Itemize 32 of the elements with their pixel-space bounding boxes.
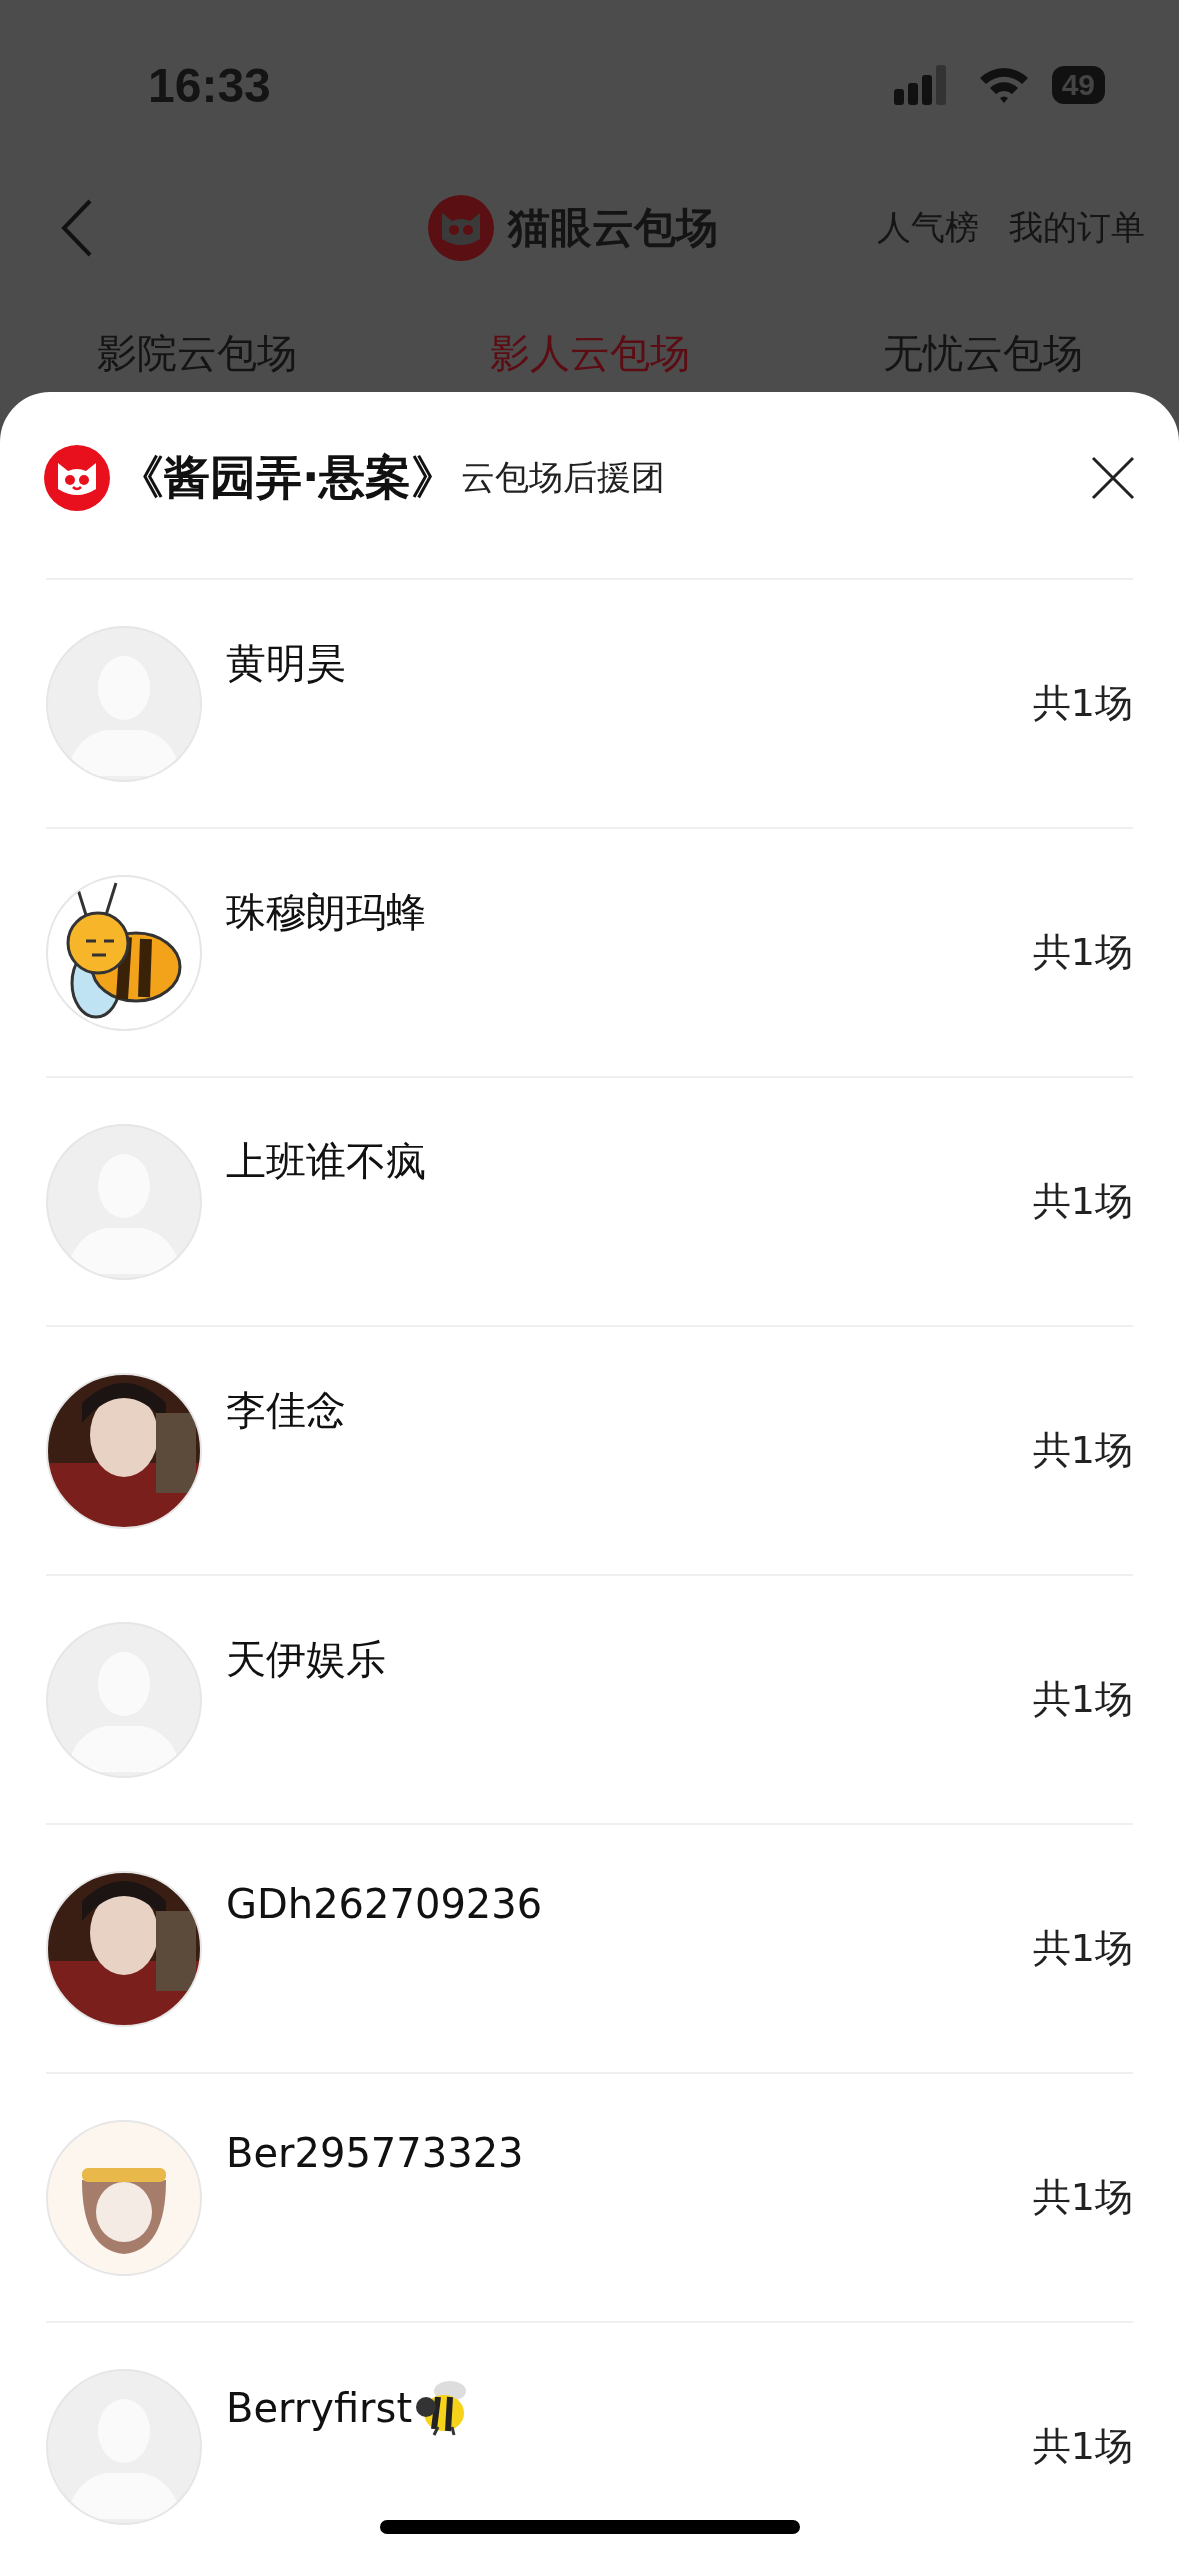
user-name: Berryfirst (226, 2385, 413, 2431)
sheet-title: 《酱园弄·悬案》 (118, 449, 458, 506)
cat-logo-icon (428, 195, 494, 261)
status-time: 16:33 (148, 57, 271, 113)
show-count: 共1场 (1032, 2423, 1133, 2470)
show-count: 共1场 (1032, 1676, 1133, 1723)
tab[interactable]: 无忧云包场 (882, 326, 1083, 381)
avatar-icon (46, 1123, 202, 1280)
user-name: 天伊娱乐 (226, 1635, 386, 1684)
user-name: 黄明昊 (226, 639, 346, 688)
tab[interactable]: 影院云包场 (96, 326, 297, 381)
user-name: GDh262709236 (226, 1881, 543, 1927)
show-count: 共1场 (1032, 929, 1133, 976)
show-count: 共1场 (1032, 680, 1133, 727)
avatar-icon (46, 1621, 202, 1778)
tab[interactable]: 影人云包场 (489, 326, 690, 381)
user-name: 珠穆朗玛蜂 (226, 888, 426, 937)
show-count: 共1场 (1032, 2174, 1133, 2221)
avatar-icon (46, 874, 202, 1031)
avatar-icon (46, 2368, 202, 2525)
avatar-icon (46, 2119, 202, 2276)
user-name: 李佳念 (226, 1386, 346, 1435)
show-count: 共1场 (1032, 1178, 1133, 1225)
close-icon[interactable] (1091, 456, 1135, 500)
sheet-subtitle: 云包场后援团 (461, 456, 666, 499)
user-name: 上班谁不疯 (226, 1137, 426, 1186)
avatar-icon (46, 625, 202, 782)
cat-logo-icon (44, 445, 110, 511)
show-count: 共1场 (1032, 1427, 1133, 1474)
show-count: 共1场 (1032, 1925, 1133, 1972)
user-name: Ber295773323 (226, 2130, 524, 2176)
app-title: 猫眼云包场 (508, 202, 718, 254)
